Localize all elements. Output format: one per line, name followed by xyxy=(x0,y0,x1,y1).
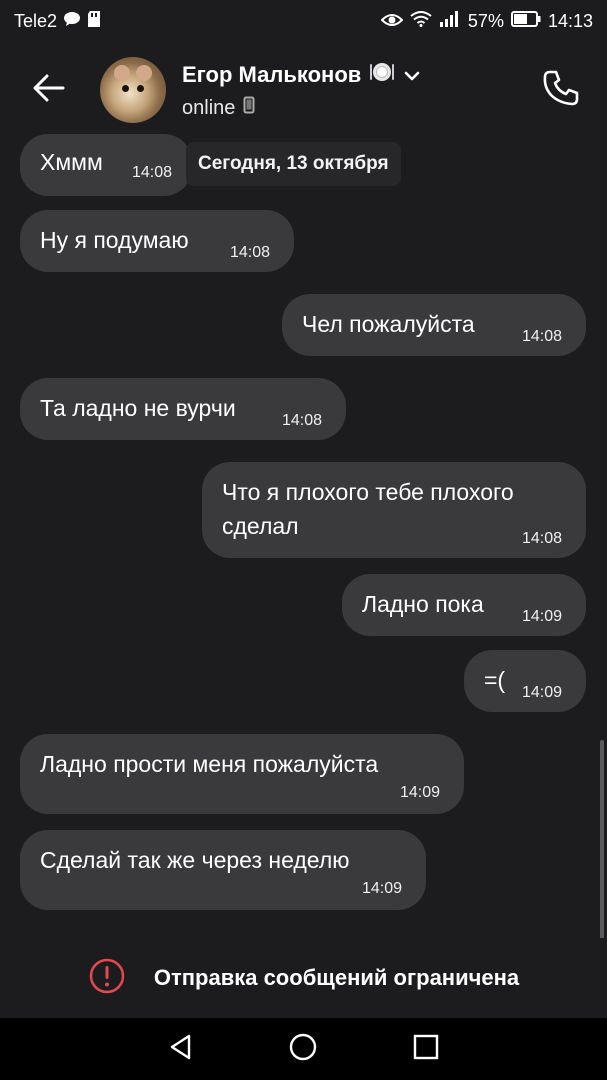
message-incoming[interactable]: Ну я подумаю 14:08 xyxy=(20,210,294,272)
message-outgoing[interactable]: Чел пожалуйста 14:08 xyxy=(282,294,586,356)
wifi-icon xyxy=(410,10,432,32)
message-text: Та ладно не вурчи xyxy=(40,395,236,421)
battery-icon xyxy=(510,10,541,32)
contact-info[interactable]: Егор Мальконов online xyxy=(182,60,421,120)
message-outgoing[interactable]: =( 14:09 xyxy=(464,650,586,712)
phone-icon xyxy=(541,68,581,113)
restriction-banner: Отправка сообщений ограничена xyxy=(0,938,607,1018)
clock: 14:13 xyxy=(547,10,593,31)
battery-percent: 57% xyxy=(467,10,504,31)
carrier-label: Tele2 xyxy=(14,10,58,31)
message-time: 14:09 xyxy=(522,608,563,625)
message-text: =( xyxy=(484,667,506,693)
message-time: 14:09 xyxy=(522,684,563,701)
message-outgoing[interactable]: Ладно пока 14:09 xyxy=(342,574,586,636)
signal-icon xyxy=(439,10,461,32)
message-time: 14:08 xyxy=(282,412,323,429)
message-text: Хммм xyxy=(40,149,103,175)
mobile-device-icon xyxy=(243,96,255,120)
message-text: сделал xyxy=(222,513,299,539)
message-list[interactable]: Хммм 14:08 Ну я подумаю 14:08 Чел пожалу… xyxy=(0,134,607,938)
message-incoming[interactable]: Хммм 14:08 xyxy=(20,134,192,196)
message-incoming[interactable]: Ладно прости меня пожалуйста 14:09 xyxy=(20,734,464,814)
nav-recents-button[interactable] xyxy=(404,1027,448,1071)
chat-bubble-icon xyxy=(63,11,81,32)
message-text: Что я плохого тебе плохого xyxy=(222,479,514,505)
message-time: 14:09 xyxy=(362,880,403,897)
triangle-back-icon xyxy=(167,1033,195,1066)
message-incoming[interactable]: Та ладно не вурчи 14:08 xyxy=(20,378,346,440)
nav-back-button[interactable] xyxy=(159,1027,203,1071)
nav-home-button[interactable] xyxy=(281,1027,325,1071)
avatar[interactable] xyxy=(100,57,166,123)
message-text: Ладно пока xyxy=(362,591,484,617)
scrollbar[interactable] xyxy=(600,740,604,940)
message-text: Сделай так же через неделю xyxy=(40,847,350,873)
back-button[interactable] xyxy=(24,66,72,114)
status-bar: Tele2 57% 14:13 xyxy=(0,0,607,42)
chat-header: Егор Мальконов online xyxy=(0,42,607,138)
restriction-text: Отправка сообщений ограничена xyxy=(153,965,520,990)
message-text: Чел пожалуйста xyxy=(302,311,475,337)
message-text: Ну я подумаю xyxy=(40,227,189,253)
message-time: 14:08 xyxy=(522,530,563,547)
plate-emoji-icon xyxy=(369,60,395,90)
message-time: 14:09 xyxy=(400,784,441,801)
online-status: online xyxy=(182,96,236,119)
message-outgoing[interactable]: Что я плохого тебе плохого сделал 14:08 xyxy=(202,462,586,558)
call-button[interactable] xyxy=(537,66,585,114)
message-incoming[interactable]: Сделай так же через неделю 14:09 xyxy=(20,830,426,910)
square-recents-icon xyxy=(412,1033,440,1066)
message-time: 14:08 xyxy=(230,244,271,261)
system-nav-bar xyxy=(0,1018,607,1080)
circle-home-icon xyxy=(288,1032,318,1067)
date-separator: Сегодня, 13 октября xyxy=(186,142,401,186)
message-time: 14:08 xyxy=(132,164,173,181)
sd-card-icon xyxy=(87,10,101,33)
message-time: 14:08 xyxy=(522,328,563,345)
eye-icon xyxy=(380,11,404,32)
message-text: Ладно прости меня пожалуйста xyxy=(40,751,379,777)
exclamation-circle-icon xyxy=(88,957,126,1000)
contact-name: Егор Мальконов xyxy=(182,62,362,87)
arrow-left-icon xyxy=(31,73,65,108)
chevron-down-icon[interactable] xyxy=(403,62,421,88)
